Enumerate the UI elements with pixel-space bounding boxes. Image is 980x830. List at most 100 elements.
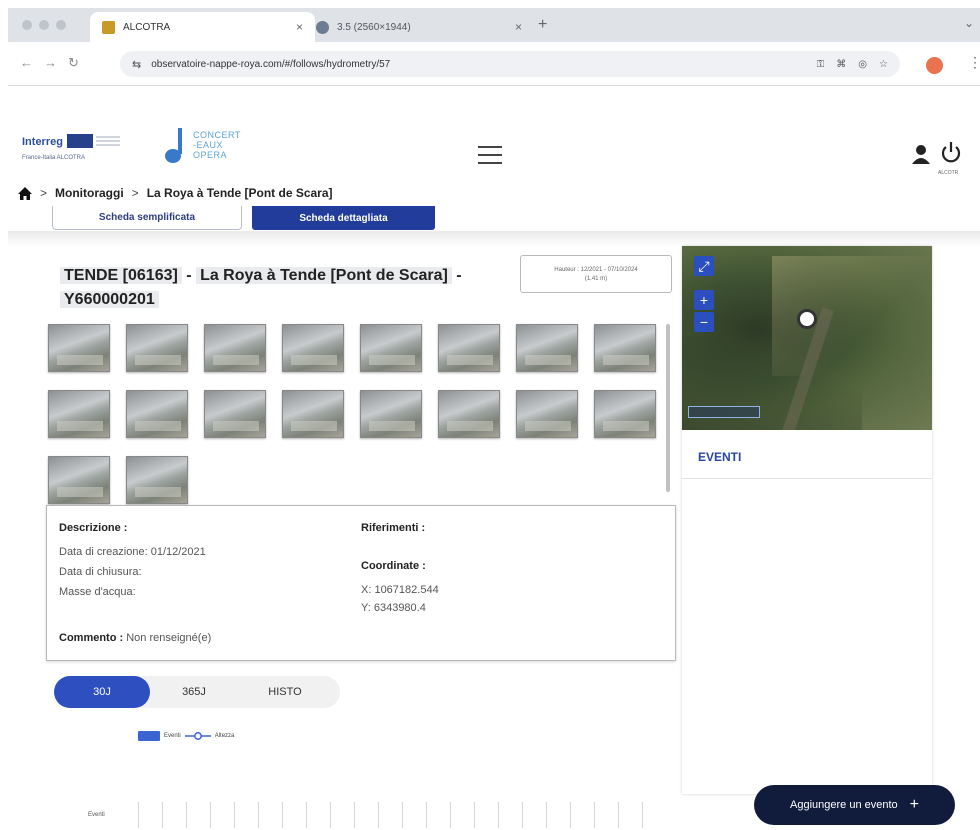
chart-grid-tick (186, 802, 187, 828)
station-name: La Roya à Tende [Pont de Scara] (196, 267, 452, 284)
station-photo-thumbnail[interactable] (594, 390, 656, 438)
station-id: Y660000201 (60, 291, 159, 308)
station-photo-thumbnail[interactable] (48, 324, 110, 372)
tab-search-icon[interactable]: ⌄ (964, 16, 974, 30)
breadcrumb-separator: > (40, 186, 48, 200)
coordinate-y: Y: 6343980.4 (361, 602, 426, 614)
divider (682, 478, 932, 479)
period-selector: 30J 365J HISTO (54, 676, 340, 708)
period-histo-button[interactable]: HISTO (240, 676, 330, 708)
user-icon[interactable] (912, 144, 930, 164)
breadcrumb-separator: > (131, 186, 139, 200)
chart-grid-tick (546, 802, 547, 828)
chart-grid-tick (330, 802, 331, 828)
station-photo-thumbnail[interactable] (282, 390, 344, 438)
station-photo-thumbnail[interactable] (126, 324, 188, 372)
chart-grid-tick (354, 802, 355, 828)
tab-title: 3.5 (2560×1944) (337, 21, 411, 33)
tab-scheda-dettagliata[interactable]: Scheda dettagliata (252, 206, 435, 230)
chart-grid-tick (402, 802, 403, 828)
station-photo-thumbnail[interactable] (516, 390, 578, 438)
reload-icon[interactable]: ↻ (68, 55, 79, 71)
riferimenti-label: Riferimenti : (361, 522, 426, 534)
chart-grid-tick (450, 802, 451, 828)
breadcrumb-monitoraggi[interactable]: Monitoraggi (55, 186, 124, 200)
fullscreen-icon[interactable]: ⤢ (694, 256, 714, 276)
zoom-out-button[interactable]: − (694, 312, 714, 332)
chart-axis-label: Eventi (88, 812, 105, 818)
station-photo-thumbnail[interactable] (48, 456, 110, 504)
close-tab-icon[interactable]: × (515, 20, 522, 34)
station-marker-icon[interactable] (797, 309, 817, 329)
chart-grid-tick (642, 802, 643, 828)
new-tab-icon[interactable]: + (538, 16, 547, 34)
date-range-text: Hauteur : 12/2021 - 07/10/2024 (554, 267, 638, 273)
station-photo-thumbnail[interactable] (282, 324, 344, 372)
chart-grid-tick (618, 802, 619, 828)
add-event-label: Aggiungere un evento (790, 799, 898, 811)
profile-avatar[interactable] (926, 57, 943, 74)
station-photo-thumbnail[interactable] (438, 324, 500, 372)
station-photo-thumbnail[interactable] (516, 324, 578, 372)
forward-icon[interactable]: → (44, 55, 57, 70)
close-tab-icon[interactable]: × (296, 20, 303, 34)
tab-scheda-semplificata[interactable]: Scheda semplificata (52, 206, 242, 230)
station-photo-thumbnail[interactable] (204, 324, 266, 372)
eu-flag-icon (66, 133, 93, 148)
home-icon[interactable] (18, 186, 32, 200)
chart-grid-tick (282, 802, 283, 828)
interreg-name: Interreg (22, 136, 63, 148)
data-chiusura: Data di chiusura: (59, 566, 142, 578)
hamburger-menu-icon[interactable] (478, 146, 502, 164)
chart-grid-tick (138, 802, 139, 828)
globe-icon (316, 20, 329, 34)
gallery-scrollbar[interactable] (666, 324, 670, 492)
data-creazione: Data di creazione: 01/12/2021 (59, 546, 206, 558)
station-photo-thumbnail[interactable] (594, 324, 656, 372)
back-icon[interactable]: ← (20, 55, 33, 70)
logout-label: ALCOTR (938, 170, 959, 176)
site-info-icon[interactable]: ⇆ (132, 58, 141, 71)
window-controls[interactable] (22, 20, 66, 30)
password-key-icon[interactable]: ⚿ (817, 59, 825, 70)
legend-event-swatch (138, 731, 160, 741)
station-photo-thumbnail[interactable] (360, 324, 422, 372)
add-event-button[interactable]: Aggiungere un evento + (754, 785, 955, 825)
interreg-subtitle: France-Italia ALCOTRA (22, 155, 86, 161)
interreg-logo[interactable]: Interreg France-Italia ALCOTRA (22, 132, 120, 161)
chart-grid-tick (426, 802, 427, 828)
period-30j-button[interactable]: 30J (54, 676, 150, 708)
station-photo-thumbnail[interactable] (126, 390, 188, 438)
browser-tab-image[interactable]: 3.5 (2560×1944) × (304, 12, 534, 42)
station-photo-thumbnail[interactable] (204, 390, 266, 438)
chart-grid-tick (378, 802, 379, 828)
period-365j-button[interactable]: 365J (154, 676, 234, 708)
chart-grid-tick (570, 802, 571, 828)
translate-icon[interactable]: ⌘ (836, 59, 846, 70)
coordinate-x: X: 1067182.544 (361, 584, 439, 596)
url-text[interactable]: observatoire-nappe-roya.com/#/follows/hy… (151, 59, 804, 70)
zoom-in-button[interactable]: + (694, 290, 714, 310)
browser-menu-icon[interactable]: ⋮ (968, 54, 980, 71)
chart-legend: Eventi Altezza (138, 731, 234, 741)
chart-grid-tick (594, 802, 595, 828)
station-photo-thumbnail[interactable] (48, 390, 110, 438)
date-range-box[interactable]: Hauteur : 12/2021 - 07/10/2024 (1.41 m) (520, 255, 672, 293)
right-panel: ⤢ + − EVENTI (682, 246, 932, 794)
concert-eaux-logo[interactable]: CONCERT -EAUX OPERA (160, 124, 260, 164)
map-view[interactable]: ⤢ + − (682, 246, 932, 430)
browser-tab-alcotra[interactable]: ALCOTRA × (90, 12, 315, 42)
power-icon[interactable] (940, 141, 962, 163)
concert-eaux-text: CONCERT -EAUX OPERA (193, 130, 241, 160)
tab-title: ALCOTRA (123, 21, 171, 33)
extensions-icon[interactable]: ◎ (858, 59, 867, 70)
bookmark-star-icon[interactable]: ☆ (879, 59, 888, 70)
tab-strip: ALCOTRA × 3.5 (2560×1944) × + ⌄ (8, 8, 980, 42)
map-scale-bar (688, 406, 760, 418)
chart-grid-tick (498, 802, 499, 828)
station-photo-thumbnail[interactable] (126, 456, 188, 504)
plus-icon: + (909, 796, 919, 813)
station-photo-thumbnail[interactable] (360, 390, 422, 438)
station-photo-thumbnail[interactable] (438, 390, 500, 438)
address-bar[interactable]: ⇆ observatoire-nappe-roya.com/#/follows/… (120, 51, 900, 77)
